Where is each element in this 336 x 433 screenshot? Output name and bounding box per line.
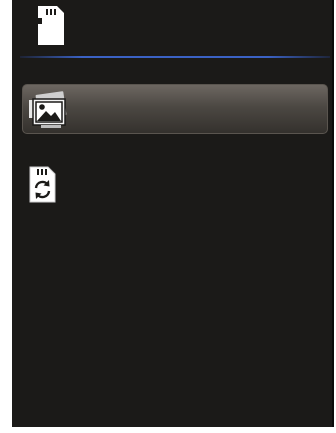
sd-card-sync-icon bbox=[28, 164, 58, 204]
menu-item-gallery[interactable] bbox=[22, 84, 328, 134]
gallery-image-icon bbox=[27, 90, 71, 130]
header bbox=[12, 0, 332, 56]
device-screen bbox=[12, 0, 334, 427]
menu-item-sd-sync[interactable] bbox=[22, 162, 328, 212]
sd-card-icon bbox=[35, 4, 67, 47]
header-divider bbox=[20, 56, 330, 58]
